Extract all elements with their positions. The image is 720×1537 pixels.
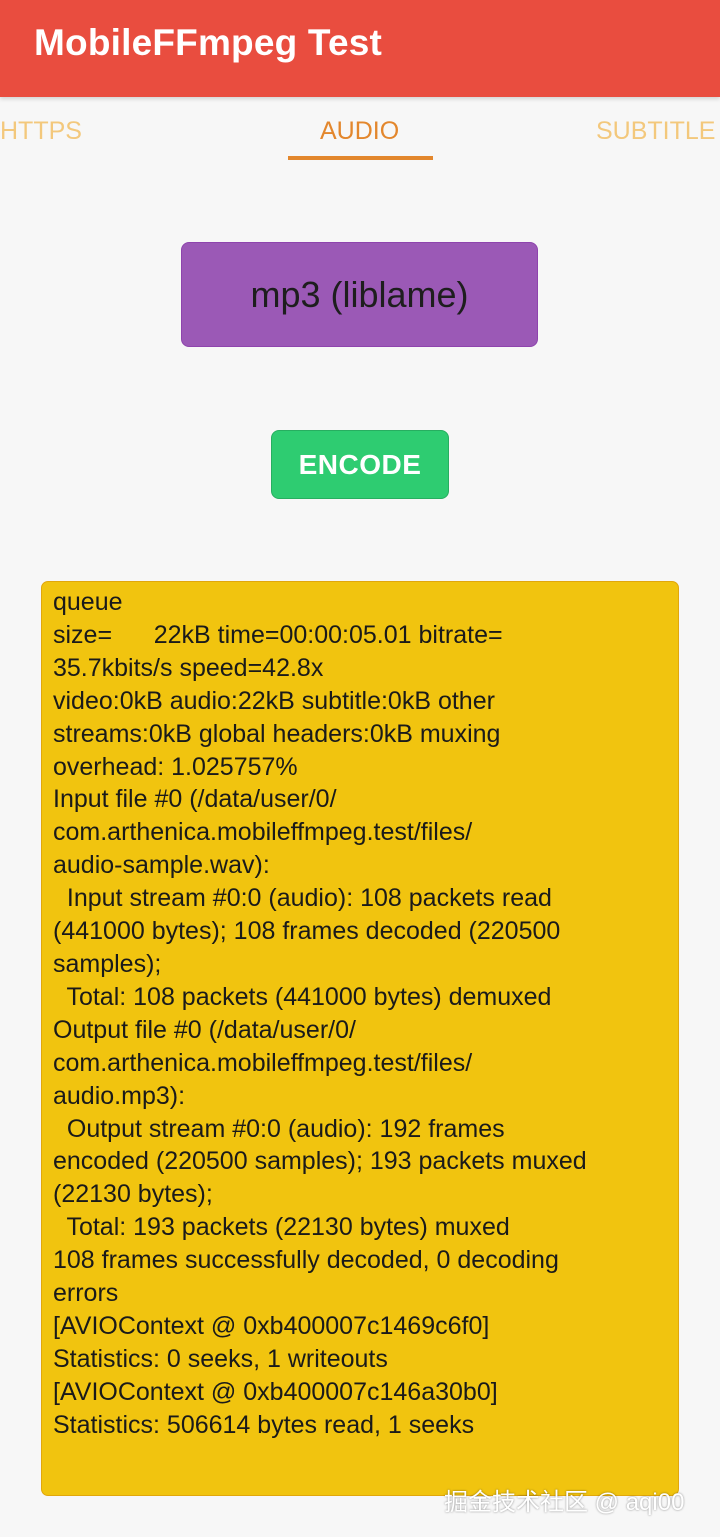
app-title: MobileFFmpeg Test — [34, 22, 383, 63]
codec-selector[interactable]: mp3 (liblame) — [181, 242, 538, 347]
tab-active-indicator — [288, 156, 433, 160]
tab-bar: HTTPS AUDIO SUBTITLE — [0, 97, 720, 163]
log-output-panel[interactable]: queue size= 22kB time=00:00:05.01 bitrat… — [41, 581, 679, 1496]
watermark: 掘金技术社区 @ aqi00 — [444, 1489, 685, 1516]
app-bar: MobileFFmpeg Test — [0, 0, 720, 97]
tab-audio[interactable]: AUDIO — [320, 117, 399, 146]
log-output-text: queue size= 22kB time=00:00:05.01 bitrat… — [53, 588, 587, 1439]
app-screen: MobileFFmpeg Test HTTPS AUDIO SUBTITLE m… — [0, 0, 720, 1537]
tab-subtitle[interactable]: SUBTITLE — [596, 117, 715, 146]
encode-button-label: ENCODE — [298, 448, 422, 480]
encode-button[interactable]: ENCODE — [271, 430, 449, 499]
tab-https[interactable]: HTTPS — [0, 117, 82, 146]
codec-selector-value: mp3 (liblame) — [250, 273, 469, 315]
